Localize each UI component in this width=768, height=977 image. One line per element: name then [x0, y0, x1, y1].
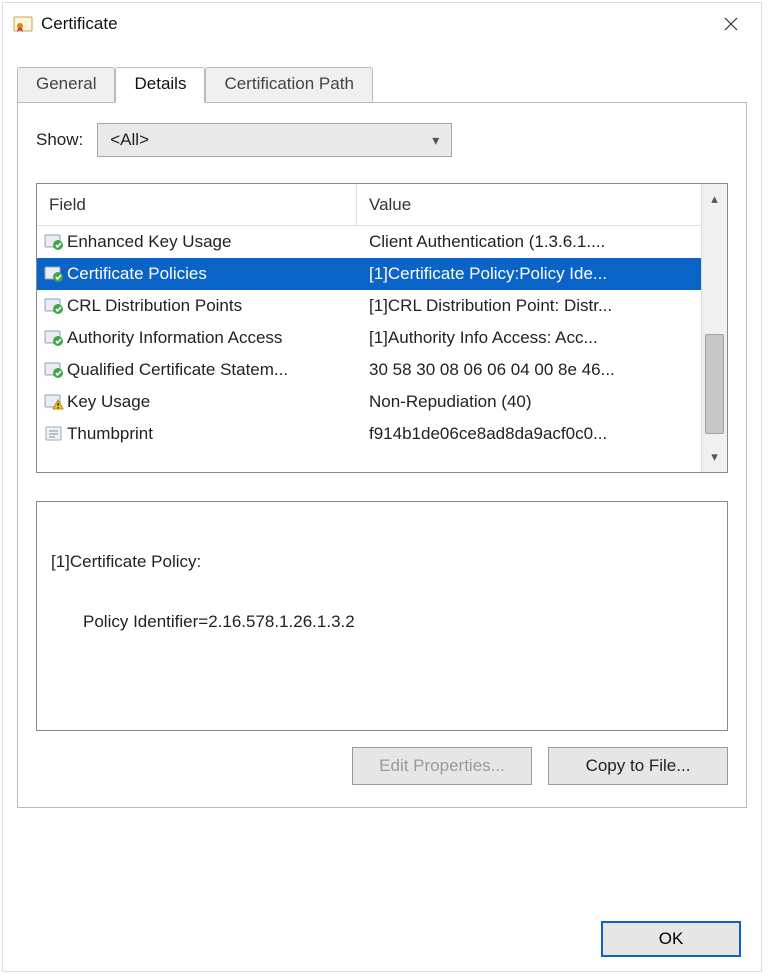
scroll-track[interactable]: [702, 214, 727, 442]
scroll-down-icon[interactable]: ▾: [702, 442, 727, 472]
extension-icon: [37, 264, 67, 284]
list-row[interactable]: Qualified Certificate Statem...30 58 30 …: [37, 354, 701, 386]
show-dropdown[interactable]: <All> ▾: [97, 123, 452, 157]
tabs-row: General Details Certification Path: [17, 67, 747, 103]
tab-label: General: [36, 74, 96, 93]
certificate-dialog: Certificate General Details Certificatio…: [2, 2, 762, 972]
close-icon: [724, 17, 738, 31]
button-label: Edit Properties...: [379, 756, 505, 776]
fields-list: Field Value Enhanced Key UsageClient Aut…: [36, 183, 728, 473]
detail-line: [1]Certificate Policy:: [51, 552, 713, 572]
scroll-thumb[interactable]: [705, 334, 724, 434]
list-row[interactable]: Certificate Policies[1]Certificate Polic…: [37, 258, 701, 290]
titlebar: Certificate: [3, 3, 761, 45]
list-row[interactable]: CRL Distribution Points[1]CRL Distributi…: [37, 290, 701, 322]
list-row[interactable]: Key UsageNon-Repudiation (40): [37, 386, 701, 418]
detail-textbox[interactable]: [1]Certificate Policy: Policy Identifier…: [36, 501, 728, 731]
tab-label: Details: [134, 74, 186, 93]
list-row[interactable]: Thumbprintf914b1de06ce8ad8da9acf0c0...: [37, 418, 701, 450]
row-field: Enhanced Key Usage: [67, 232, 357, 252]
tab-label: Certification Path: [224, 74, 353, 93]
list-row[interactable]: Authority Information Access[1]Authority…: [37, 322, 701, 354]
row-field: Thumbprint: [67, 424, 357, 444]
tab-general[interactable]: General: [17, 67, 115, 102]
show-label: Show:: [36, 130, 83, 150]
row-field: Authority Information Access: [67, 328, 357, 348]
row-value: [1]Certificate Policy:Policy Ide...: [357, 264, 701, 284]
extension-icon: [37, 392, 67, 412]
header-value[interactable]: Value: [357, 195, 701, 215]
row-value: [1]CRL Distribution Point: Distr...: [357, 296, 701, 316]
extension-icon: [37, 296, 67, 316]
row-value: Non-Repudiation (40): [357, 392, 701, 412]
row-value: Client Authentication (1.3.6.1....: [357, 232, 701, 252]
row-field: Key Usage: [67, 392, 357, 412]
chevron-down-icon: ▾: [432, 132, 439, 149]
show-dropdown-value: <All>: [110, 130, 149, 150]
button-label: Copy to File...: [586, 756, 691, 776]
certificate-icon: [13, 14, 33, 34]
extension-icon: [37, 360, 67, 380]
extension-icon: [37, 232, 67, 252]
extension-icon: [37, 328, 67, 348]
row-value: [1]Authority Info Access: Acc...: [357, 328, 701, 348]
button-label: OK: [659, 929, 684, 949]
row-field: Certificate Policies: [67, 264, 357, 284]
detail-line: Policy Identifier=2.16.578.1.26.1.3.2: [51, 612, 713, 632]
tab-certification-path[interactable]: Certification Path: [205, 67, 372, 102]
row-field: CRL Distribution Points: [67, 296, 357, 316]
row-field: Qualified Certificate Statem...: [67, 360, 357, 380]
list-row[interactable]: Enhanced Key UsageClient Authentication …: [37, 226, 701, 258]
details-panel: Show: <All> ▾ Field Value Enhanced Key U…: [17, 103, 747, 808]
row-value: f914b1de06ce8ad8da9acf0c0...: [357, 424, 701, 444]
window-title: Certificate: [41, 14, 118, 34]
close-button[interactable]: [711, 8, 751, 40]
extension-icon: [37, 424, 67, 444]
header-field[interactable]: Field: [37, 184, 357, 225]
scroll-up-icon[interactable]: ▴: [702, 184, 727, 214]
copy-to-file-button[interactable]: Copy to File...: [548, 747, 728, 785]
tab-details[interactable]: Details: [115, 67, 205, 103]
list-header: Field Value: [37, 184, 701, 226]
list-scrollbar[interactable]: ▴ ▾: [701, 184, 727, 472]
ok-button[interactable]: OK: [601, 921, 741, 957]
row-value: 30 58 30 08 06 06 04 00 8e 46...: [357, 360, 701, 380]
edit-properties-button: Edit Properties...: [352, 747, 532, 785]
